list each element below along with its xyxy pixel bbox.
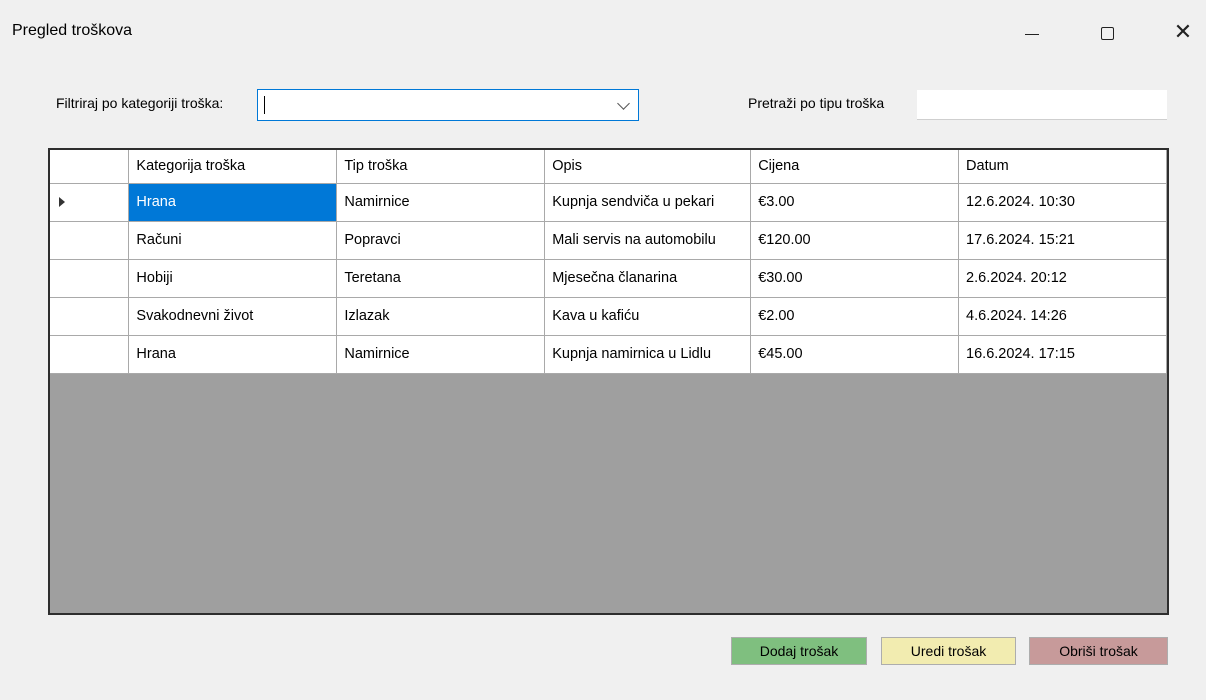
table-cell[interactable]: Hrana: [128, 335, 338, 374]
minimize-button[interactable]: [1009, 10, 1055, 56]
minimize-icon: [1025, 33, 1039, 35]
table-row[interactable]: Hrana Namirnice Kupnja namirnica u Lidlu…: [50, 335, 1167, 374]
table-row[interactable]: Svakodnevni život Izlazak Kava u kafiću …: [50, 297, 1167, 336]
table-row[interactable]: Hrana Namirnice Kupnja sendviča u pekari…: [50, 183, 1167, 222]
table-cell[interactable]: Kupnja sendviča u pekari: [544, 183, 752, 222]
maximize-button[interactable]: [1084, 10, 1130, 56]
table-cell[interactable]: Namirnice: [336, 335, 546, 374]
expenses-grid[interactable]: Kategorija troška Tip troška Opis Cijena…: [48, 148, 1169, 615]
table-row[interactable]: Hobiji Teretana Mjesečna članarina €30.0…: [50, 259, 1167, 298]
maximize-icon: [1100, 26, 1114, 40]
row-header[interactable]: [50, 335, 130, 374]
column-header-date[interactable]: Datum: [958, 150, 1167, 184]
table-cell[interactable]: 17.6.2024. 15:21: [958, 221, 1167, 260]
table-cell[interactable]: €45.00: [750, 335, 960, 374]
window-title: Pregled troškova: [12, 22, 133, 39]
chevron-down-icon[interactable]: [617, 97, 630, 110]
table-cell[interactable]: Mali servis na automobilu: [544, 221, 752, 260]
table-cell[interactable]: €3.00: [750, 183, 960, 222]
close-button[interactable]: ✕: [1160, 10, 1206, 56]
expenses-table: Kategorija troška Tip troška Opis Cijena…: [50, 150, 1167, 374]
table-cell[interactable]: Svakodnevni život: [128, 297, 338, 336]
table-cell[interactable]: Izlazak: [336, 297, 546, 336]
row-header[interactable]: [50, 221, 130, 260]
table-cell[interactable]: 4.6.2024. 14:26: [958, 297, 1167, 336]
delete-expense-button[interactable]: Obriši trošak: [1029, 637, 1168, 665]
search-type-input[interactable]: [917, 90, 1167, 120]
row-header[interactable]: [50, 259, 130, 298]
table-cell[interactable]: Mjesečna članarina: [544, 259, 752, 298]
table-cell[interactable]: Popravci: [336, 221, 546, 260]
column-header-category[interactable]: Kategorija troška: [128, 150, 338, 184]
column-header-description[interactable]: Opis: [544, 150, 752, 184]
category-filter-combobox[interactable]: [257, 89, 639, 121]
column-header-price[interactable]: Cijena: [750, 150, 960, 184]
column-header-type[interactable]: Tip troška: [336, 150, 546, 184]
add-expense-button[interactable]: Dodaj trošak: [731, 637, 867, 665]
text-caret: [264, 96, 265, 114]
table-row[interactable]: Računi Popravci Mali servis na automobil…: [50, 221, 1167, 260]
current-row-icon: [59, 196, 65, 207]
edit-expense-button[interactable]: Uredi trošak: [881, 637, 1016, 665]
table-cell[interactable]: Hrana: [128, 183, 338, 222]
table-cell[interactable]: 2.6.2024. 20:12: [958, 259, 1167, 298]
table-cell[interactable]: 12.6.2024. 10:30: [958, 183, 1167, 222]
row-header[interactable]: [50, 297, 130, 336]
table-cell[interactable]: €2.00: [750, 297, 960, 336]
table-cell[interactable]: Teretana: [336, 259, 546, 298]
row-header-corner[interactable]: [50, 150, 130, 184]
close-icon: ✕: [1173, 20, 1193, 45]
header-row: Kategorija troška Tip troška Opis Cijena…: [50, 150, 1167, 184]
table-cell[interactable]: Hobiji: [128, 259, 338, 298]
table-cell[interactable]: Namirnice: [336, 183, 546, 222]
table-cell[interactable]: €120.00: [750, 221, 960, 260]
row-header[interactable]: [50, 183, 130, 222]
table-cell[interactable]: Kava u kafiću: [544, 297, 752, 336]
table-cell[interactable]: Računi: [128, 221, 338, 260]
table-cell[interactable]: 16.6.2024. 17:15: [958, 335, 1167, 374]
table-cell[interactable]: Kupnja namirnica u Lidlu: [544, 335, 752, 374]
title-bar: Pregled troškova ✕: [0, 10, 1206, 56]
search-label: Pretraži po tipu troška: [748, 95, 885, 111]
filter-label: Filtriraj po kategoriji troška:: [56, 95, 224, 111]
table-cell[interactable]: €30.00: [750, 259, 960, 298]
main-window: Pregled troškova ✕ Filtriraj po kategori…: [0, 0, 1206, 700]
